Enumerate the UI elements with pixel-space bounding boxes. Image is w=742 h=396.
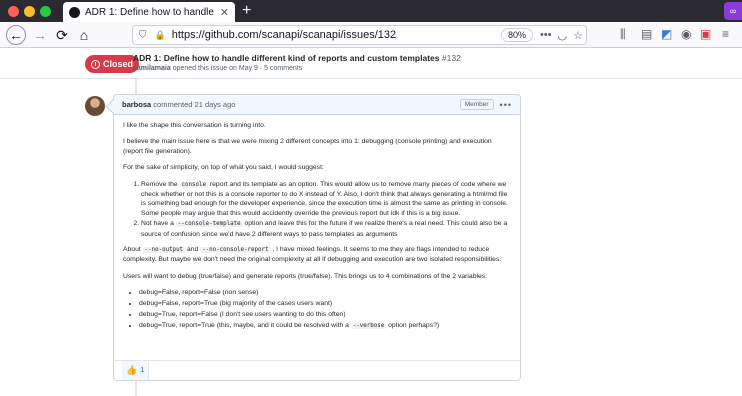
- member-badge: Member: [459, 99, 494, 110]
- window-close-button[interactable]: [8, 6, 19, 17]
- forward-button[interactable]: →: [30, 25, 50, 45]
- thumbs-up-reaction[interactable]: 👍 1: [122, 361, 150, 380]
- comment-header: barbosa commented 21 days ago Member •••: [114, 95, 520, 115]
- browser-tab[interactable]: ADR 1: Define how to handle di ✕: [63, 2, 235, 22]
- account-icon[interactable]: ◉: [681, 27, 691, 41]
- list-item: debug=False, report=True (big majority o…: [139, 299, 511, 308]
- inline-code: --no-console-report: [200, 247, 271, 254]
- browser-navbar: ← → ⟳ ⌂ ⛉ 🔒 https://github.com/scanapi/s…: [0, 22, 742, 48]
- page-actions-icon[interactable]: •••: [540, 29, 552, 41]
- window-maximize-button[interactable]: [40, 6, 51, 17]
- comment-body: I like the shape this conversation is tu…: [114, 115, 520, 332]
- back-button[interactable]: ←: [6, 25, 26, 45]
- closed-issue-icon: [91, 59, 100, 69]
- url-bar[interactable]: ⛉ 🔒 https://github.com/scanapi/scanapi/i…: [132, 25, 587, 45]
- zoom-level[interactable]: 80%: [500, 28, 533, 42]
- private-mask-icon[interactable]: ∞: [724, 2, 742, 20]
- comment-paragraph: I like the shape this conversation is tu…: [123, 122, 266, 129]
- new-tab-button[interactable]: +: [242, 2, 251, 20]
- inline-code: --no-output: [142, 247, 186, 254]
- issue-state-badge: Closed: [85, 55, 140, 73]
- avatar[interactable]: [85, 96, 105, 116]
- comment-author-link[interactable]: barbosa: [122, 100, 151, 109]
- issue-title: ADR 1: Define how to handle different ki…: [133, 53, 461, 63]
- close-tab-icon[interactable]: ✕: [220, 6, 229, 19]
- issue-meta: camilamaia opened this issue on May 9 · …: [133, 65, 302, 72]
- reactions-bar: 👍 1: [114, 360, 520, 380]
- list-item: debug=False, report=False (non sense): [139, 288, 511, 297]
- thumbs-up-icon: 👍: [126, 365, 138, 375]
- issue-state-label: Closed: [103, 59, 134, 69]
- sidebar-icon[interactable]: ▤: [641, 27, 652, 41]
- extension-icon[interactable]: ▣: [700, 27, 711, 41]
- comment-options-icon[interactable]: •••: [500, 100, 512, 110]
- comment-box: barbosa commented 21 days ago Member •••…: [113, 94, 521, 381]
- issue-sticky-header: Closed ADR 1: Define how to handle diffe…: [0, 49, 742, 79]
- issue-number: #132: [441, 53, 461, 63]
- list-item: Not have a --console-template option and…: [141, 219, 511, 239]
- list-item: debug=True, report=False (I don't see us…: [139, 310, 511, 319]
- issue-author-link[interactable]: camilamaia: [133, 65, 171, 72]
- window-minimize-button[interactable]: [24, 6, 35, 17]
- github-icon: [69, 6, 80, 18]
- comment-paragraph: About --no-output and --no-console-repor…: [123, 246, 502, 264]
- tab-title: ADR 1: Define how to handle di: [85, 6, 216, 18]
- reload-button[interactable]: ⟳: [52, 25, 72, 45]
- inline-code: --console-template: [175, 221, 243, 228]
- lock-icon[interactable]: 🔒: [155, 30, 166, 41]
- comment-paragraph: I believe the main issue here is that we…: [123, 138, 492, 155]
- reaction-count: 1: [140, 367, 145, 374]
- browser-titlebar: ADR 1: Define how to handle di ✕ + ∞: [0, 0, 742, 22]
- bookmark-star-icon[interactable]: ☆: [573, 29, 583, 42]
- list-item: debug=True, report=True (this, maybe, an…: [139, 321, 511, 331]
- library-icon[interactable]: ⫼: [620, 27, 626, 42]
- pocket-icon[interactable]: ◡: [558, 29, 568, 42]
- inline-code: --verbose: [350, 323, 387, 330]
- issue-meta-text: opened this issue on May 9 · 5 comments: [172, 65, 303, 72]
- home-button[interactable]: ⌂: [74, 25, 94, 45]
- suggestion-list: Remove the console report and its templa…: [141, 180, 511, 239]
- list-item: Remove the console report and its templa…: [141, 180, 511, 219]
- comment-timestamp[interactable]: commented 21 days ago: [153, 100, 235, 109]
- issue-title-text: ADR 1: Define how to handle different ki…: [133, 53, 440, 63]
- combination-list: debug=False, report=False (non sense) de…: [139, 288, 511, 331]
- comment-paragraph: For the sake of simplicity, on top of wh…: [123, 164, 324, 172]
- tracking-shield-icon[interactable]: ⛉: [139, 30, 147, 41]
- menu-icon[interactable]: ≡: [722, 27, 729, 41]
- comment-paragraph: Users will want to debug (true/false) an…: [123, 272, 488, 280]
- screenshot-icon[interactable]: ◩: [661, 27, 672, 41]
- inline-code: console: [179, 181, 208, 188]
- url-text[interactable]: https://github.com/scanapi/scanapi/issue…: [172, 29, 501, 41]
